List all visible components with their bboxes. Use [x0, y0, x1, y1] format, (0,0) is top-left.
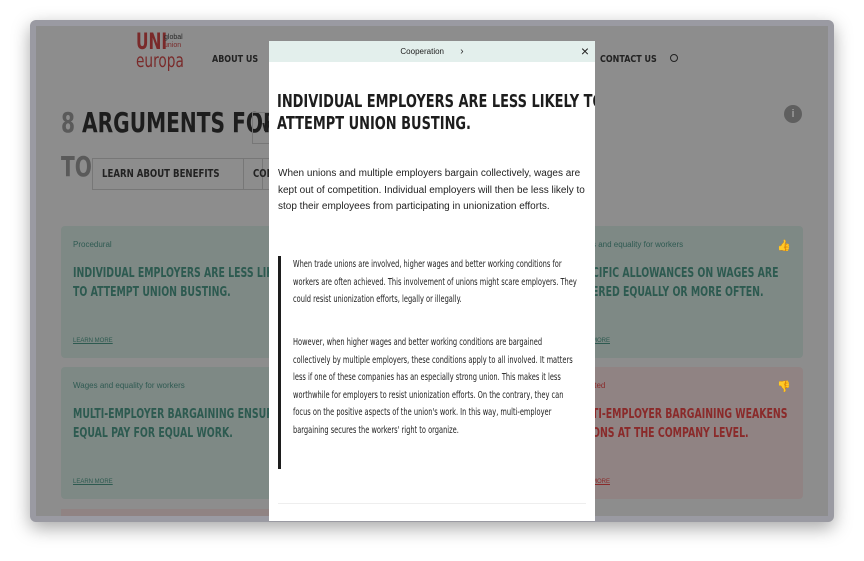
- card-title: INDIVIDUAL EMPLOYERS ARE LESS LIKEL TO AT…: [73, 266, 286, 300]
- modal-intro: When unions and multiple employers barga…: [278, 168, 585, 212]
- modal-title: INDIVIDUAL EMPLOYERS ARE LESS LIKELY TO A…: [277, 91, 595, 134]
- hero-to: TO: [61, 150, 92, 183]
- thumbs-down-icon: 👎: [777, 381, 791, 393]
- argument-modal: Cooperation › × INDIVIDUAL EMPLOYERS ARE…: [269, 41, 595, 521]
- thumbs-up-icon: 👍: [777, 240, 791, 252]
- nav-contact-us[interactable]: CONTACT US: [600, 54, 657, 65]
- info-icon[interactable]: i: [784, 105, 802, 123]
- argument-count: 8: [61, 106, 76, 139]
- modal-header: Cooperation › ×: [269, 41, 595, 62]
- nav-about-us[interactable]: ABOUT US: [212, 54, 258, 65]
- search-icon[interactable]: [670, 54, 678, 62]
- learn-about-benefits-button[interactable]: LEARN ABOUT BENEFITS: [92, 158, 263, 190]
- argument-card[interactable]: Wages and equality for workers MULTI-EMP…: [61, 367, 301, 499]
- modal-breadcrumb[interactable]: Cooperation: [400, 47, 444, 56]
- chevron-right-icon[interactable]: ›: [460, 46, 463, 57]
- learn-more-link[interactable]: LEARN MORE: [73, 479, 113, 485]
- card-category: s and equality for workers: [592, 240, 684, 249]
- argument-card[interactable]: s and equality for workers 👍 CIFIC ALLOW…: [563, 226, 803, 358]
- learn-more-link[interactable]: LEARN MORE: [73, 338, 113, 344]
- modal-quote: When trade unions are involved, higher w…: [278, 256, 589, 469]
- argument-card[interactable]: Procedural INDIVIDUAL EMPLOYERS ARE LESS…: [61, 226, 301, 358]
- card-category: Wages and equality for workers: [73, 381, 185, 390]
- quote-paragraph: However, when higher wages and better wo…: [293, 337, 573, 436]
- card-title: TI-EMPLOYER BARGAINING WEAKENS ONS AT THE…: [592, 407, 788, 441]
- close-icon[interactable]: ×: [581, 41, 589, 62]
- argument-card[interactable]: tted 👎 TI-EMPLOYER BARGAINING WEAKENS ONS…: [563, 367, 803, 499]
- card-title: CIFIC ALLOWANCES ON WAGES ARE ERED EQUALL…: [592, 266, 779, 300]
- hero-title: ARGUMENTS FOR: [82, 106, 279, 139]
- card-category: Procedural: [73, 240, 112, 249]
- card-title: MULTI-EMPLOYER BARGAINING ENSURE EQUAL PA…: [73, 407, 280, 441]
- divider: [278, 503, 586, 504]
- argument-card[interactable]: [61, 509, 301, 516]
- quote-paragraph: When trade unions are involved, higher w…: [293, 259, 577, 305]
